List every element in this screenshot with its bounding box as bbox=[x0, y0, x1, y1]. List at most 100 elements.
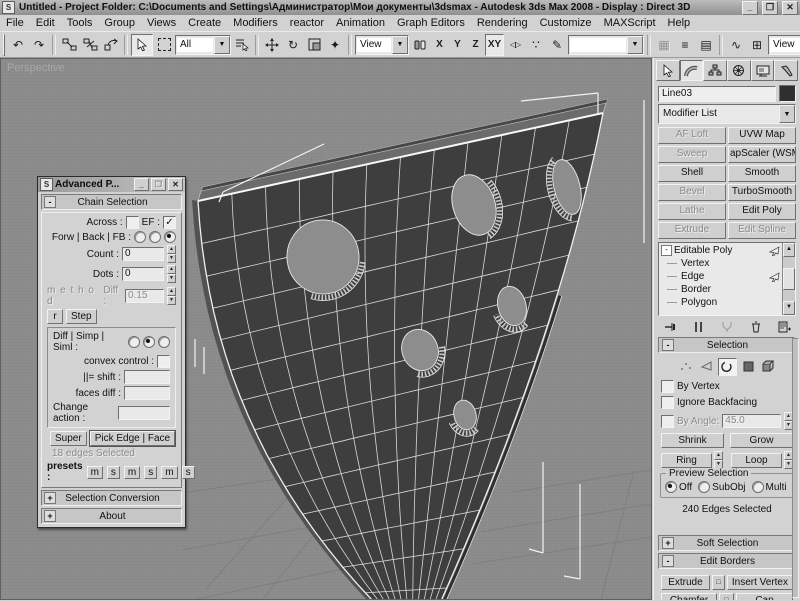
menu-reactor[interactable]: reactor bbox=[284, 16, 330, 30]
step-button[interactable]: Step bbox=[66, 309, 97, 324]
menu-tools[interactable]: Tools bbox=[61, 16, 99, 30]
preset-m1-button[interactable]: m bbox=[87, 466, 103, 479]
border-subobject-icon[interactable] bbox=[718, 358, 737, 376]
select-and-link-icon[interactable] bbox=[59, 35, 79, 55]
edit-poly-button[interactable]: Edit Poly bbox=[728, 203, 796, 220]
menu-group[interactable]: Group bbox=[98, 16, 141, 30]
object-name-field[interactable]: Line03 bbox=[658, 86, 776, 102]
soft-selection-rollout-header[interactable]: + Soft Selection bbox=[658, 535, 795, 551]
named-selection-sets-combo[interactable]: ▼ bbox=[568, 35, 644, 55]
preset-m3-button[interactable]: m bbox=[161, 466, 177, 479]
select-and-rotate-icon[interactable]: ↻ bbox=[283, 35, 303, 55]
menu-modifiers[interactable]: Modifiers bbox=[227, 16, 284, 30]
ring-button[interactable]: Ring bbox=[661, 453, 712, 468]
element-subobject-icon[interactable] bbox=[760, 358, 777, 374]
fb-radio[interactable] bbox=[164, 231, 176, 243]
change-action-input[interactable] bbox=[118, 406, 170, 420]
tab-utilities[interactable] bbox=[774, 60, 798, 81]
keyboard-override-icon[interactable]: ✎ bbox=[547, 35, 567, 55]
selection-conversion-rollout-header[interactable]: + Selection Conversion bbox=[41, 490, 182, 506]
diff-radio[interactable] bbox=[128, 336, 140, 348]
chevron-down-icon[interactable]: ▼ bbox=[214, 36, 230, 54]
turbosmooth-button[interactable]: TurboSmooth bbox=[728, 184, 796, 201]
ef-checkbox[interactable]: ✓ bbox=[163, 216, 176, 229]
menu-graph-editors[interactable]: Graph Editors bbox=[391, 16, 471, 30]
shift-input[interactable] bbox=[124, 370, 170, 384]
chevron-down-icon[interactable]: ▼ bbox=[627, 36, 643, 54]
select-object-icon[interactable] bbox=[131, 34, 153, 56]
preview-off-radio[interactable] bbox=[665, 481, 677, 493]
show-end-result-icon[interactable] bbox=[691, 319, 707, 334]
convex-control-checkbox[interactable] bbox=[157, 355, 170, 368]
close-icon[interactable]: ✕ bbox=[782, 1, 798, 15]
preset-s3-button[interactable]: s bbox=[182, 466, 195, 479]
align-icon[interactable]: ≡ bbox=[675, 35, 695, 55]
stack-row-editable-poly[interactable]: - Editable Poly bbox=[659, 244, 782, 257]
object-color-swatch[interactable] bbox=[779, 85, 796, 102]
menu-help[interactable]: Help bbox=[662, 16, 697, 30]
tab-modify[interactable] bbox=[680, 60, 704, 81]
use-pivot-center-icon[interactable] bbox=[410, 35, 430, 55]
menu-views[interactable]: Views bbox=[141, 16, 182, 30]
expand-icon[interactable]: + bbox=[44, 492, 56, 504]
menu-edit[interactable]: Edit bbox=[30, 16, 61, 30]
stack-row-edge[interactable]: Edge bbox=[659, 270, 782, 283]
preset-s2-button[interactable]: s bbox=[144, 466, 157, 479]
expand-icon[interactable]: + bbox=[44, 510, 56, 522]
dots-input[interactable]: 0 bbox=[122, 267, 164, 281]
tab-motion[interactable] bbox=[727, 60, 751, 81]
cap-button[interactable]: Cap bbox=[736, 593, 793, 600]
tab-hierarchy[interactable] bbox=[703, 60, 727, 81]
dialog-minimize-icon[interactable]: _ bbox=[134, 178, 149, 191]
dialog-close-icon[interactable]: ✕ bbox=[168, 178, 183, 191]
selection-rollout-header[interactable]: - Selection bbox=[658, 337, 795, 353]
expand-icon[interactable]: + bbox=[662, 537, 674, 549]
minimize-icon[interactable]: _ bbox=[742, 1, 758, 15]
layer-manager-icon[interactable]: ▤ bbox=[696, 35, 716, 55]
preview-subobj-radio[interactable] bbox=[698, 481, 710, 493]
about-rollout-header[interactable]: + About bbox=[41, 508, 182, 524]
axis-x-button[interactable]: X bbox=[431, 35, 448, 55]
select-region-icon[interactable] bbox=[154, 35, 174, 55]
viewport-label[interactable]: Perspective bbox=[7, 62, 64, 74]
mirror-icon[interactable]: ◁▷ bbox=[505, 35, 525, 55]
chevron-down-icon[interactable]: ▼ bbox=[779, 105, 795, 123]
forward-radio[interactable] bbox=[134, 231, 146, 243]
r-button[interactable]: r bbox=[47, 309, 63, 324]
insert-vertex-button[interactable]: Insert Vertex bbox=[727, 575, 793, 590]
select-and-scale-icon[interactable] bbox=[304, 35, 324, 55]
super-button[interactable]: Super bbox=[50, 431, 87, 446]
ignore-backfacing-checkbox[interactable] bbox=[661, 396, 674, 409]
collapse-icon[interactable]: - bbox=[662, 555, 674, 567]
panel-scrollbar[interactable] bbox=[792, 338, 799, 598]
count-input[interactable]: 0 bbox=[122, 247, 164, 261]
redo-icon[interactable]: ↷ bbox=[29, 35, 49, 55]
bind-to-space-warp-icon[interactable] bbox=[101, 35, 121, 55]
snap-toggle-icon[interactable]: ∵ bbox=[526, 35, 546, 55]
chamfer-button[interactable]: Chamfer bbox=[661, 593, 717, 600]
loop-button[interactable]: Loop bbox=[731, 453, 782, 468]
menu-file[interactable]: File bbox=[0, 16, 30, 30]
menu-customize[interactable]: Customize bbox=[534, 16, 598, 30]
vertex-subobject-icon[interactable] bbox=[678, 358, 695, 374]
dialog-title-bar[interactable]: S Advanced P... _ ❐ ✕ bbox=[38, 177, 185, 192]
chain-selection-rollout-header[interactable]: - Chain Selection bbox=[41, 194, 182, 210]
grow-button[interactable]: Grow bbox=[730, 433, 793, 448]
schematic-view-icon[interactable]: ⊞ bbox=[747, 35, 767, 55]
menu-maxscript[interactable]: MAXScript bbox=[598, 16, 662, 30]
render-type-combo[interactable]: View ▼ bbox=[768, 35, 800, 55]
menu-rendering[interactable]: Rendering bbox=[471, 16, 534, 30]
reference-coordinate-combo[interactable]: View ▼ bbox=[355, 35, 409, 55]
ring-spinner[interactable]: ▲▼ bbox=[714, 451, 723, 469]
uvw-map-button[interactable]: UVW Map bbox=[728, 127, 796, 144]
tab-display[interactable] bbox=[751, 60, 775, 81]
selection-filter-combo[interactable]: All ▼ bbox=[175, 35, 231, 55]
stack-scrollbar[interactable]: ▲ ▼ bbox=[782, 243, 795, 315]
across-checkbox[interactable] bbox=[126, 216, 139, 229]
select-and-move-icon[interactable] bbox=[262, 35, 282, 55]
select-by-name-icon[interactable] bbox=[232, 35, 252, 55]
menu-animation[interactable]: Animation bbox=[330, 16, 391, 30]
pick-edge-face-button[interactable]: Pick Edge | Face bbox=[90, 431, 175, 446]
tab-create[interactable] bbox=[656, 60, 680, 81]
extrude-button[interactable]: Extrude bbox=[661, 575, 710, 590]
